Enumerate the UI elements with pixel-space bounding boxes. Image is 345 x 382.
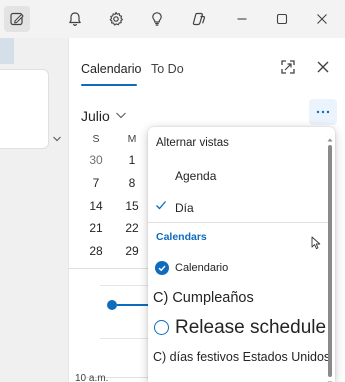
month-label[interactable]: Julio <box>81 108 110 124</box>
weekday-label: M <box>127 133 137 145</box>
calendar-day[interactable]: 14 <box>84 199 108 213</box>
calendar-day[interactable]: 15 <box>120 199 144 213</box>
mouse-cursor-icon <box>311 236 323 250</box>
checkmark-icon <box>155 198 167 210</box>
content-card <box>0 69 49 149</box>
menu-item-cumpleanos[interactable]: C) Cumpleaños <box>153 290 254 306</box>
scroll-down-arrow-icon[interactable] <box>327 373 333 382</box>
scrollbar-thumb[interactable] <box>328 145 332 377</box>
ribbon-fragment <box>0 38 14 64</box>
ellipsis-icon <box>316 110 330 114</box>
hour-gridline <box>100 338 148 339</box>
calendar-day[interactable]: 8 <box>120 176 144 190</box>
copilot-icon[interactable] <box>187 7 211 31</box>
calendar-day[interactable]: 1 <box>120 153 144 167</box>
lightbulb-icon[interactable] <box>145 7 169 31</box>
calendar-day[interactable]: 30 <box>84 153 108 167</box>
tab-to-do[interactable]: To Do <box>151 62 184 76</box>
chevron-down-icon[interactable] <box>115 108 127 122</box>
weekday-label: S <box>92 133 100 145</box>
tab-calendario[interactable]: Calendario <box>81 62 141 76</box>
menu-section-calendars: Calendars <box>156 231 207 243</box>
more-options-button[interactable] <box>309 99 337 125</box>
current-time-line <box>117 304 149 306</box>
title-bar <box>0 0 345 38</box>
checked-circle-icon[interactable] <box>155 261 169 275</box>
close-icon[interactable] <box>310 7 334 31</box>
menu-divider <box>148 222 328 223</box>
calendar-day[interactable]: 29 <box>120 244 144 258</box>
calendar-day[interactable]: 28 <box>84 244 108 258</box>
current-time-dot <box>107 300 117 310</box>
calendar-day[interactable]: 7 <box>84 176 108 190</box>
maximize-icon[interactable] <box>270 7 294 31</box>
menu-item-calendario[interactable]: Calendario <box>175 262 228 274</box>
minimize-icon[interactable] <box>230 7 254 31</box>
hour-label: 10 a.m. <box>75 373 109 382</box>
calendar-day[interactable]: 22 <box>120 221 144 235</box>
calendar-day[interactable]: 21 <box>84 221 108 235</box>
gear-icon[interactable] <box>104 7 128 31</box>
active-tab-indicator <box>81 84 137 86</box>
menu-item-agenda[interactable]: Agenda <box>175 169 216 183</box>
scroll-up-arrow-icon[interactable] <box>327 130 333 142</box>
divider <box>68 268 148 269</box>
menu-item-release-schedule[interactable]: Release schedule <box>175 317 326 339</box>
hour-gridline <box>100 285 148 286</box>
menu-item-dia[interactable]: Día <box>175 201 194 215</box>
menu-header-alternar-vistas: Alternar vistas <box>156 137 229 149</box>
bell-icon[interactable] <box>63 7 87 31</box>
chevron-down-icon[interactable] <box>52 134 62 146</box>
unchecked-circle-icon[interactable] <box>154 320 169 335</box>
close-pane-icon[interactable] <box>314 58 332 76</box>
compose-edit-icon[interactable] <box>4 6 30 32</box>
view-options-menu: Alternar vistas Agenda Día Calendars Cal… <box>148 127 335 382</box>
menu-item-dias-festivos[interactable]: C) días festivos Estados Unidos <box>153 350 330 364</box>
expand-icon[interactable] <box>279 58 297 76</box>
